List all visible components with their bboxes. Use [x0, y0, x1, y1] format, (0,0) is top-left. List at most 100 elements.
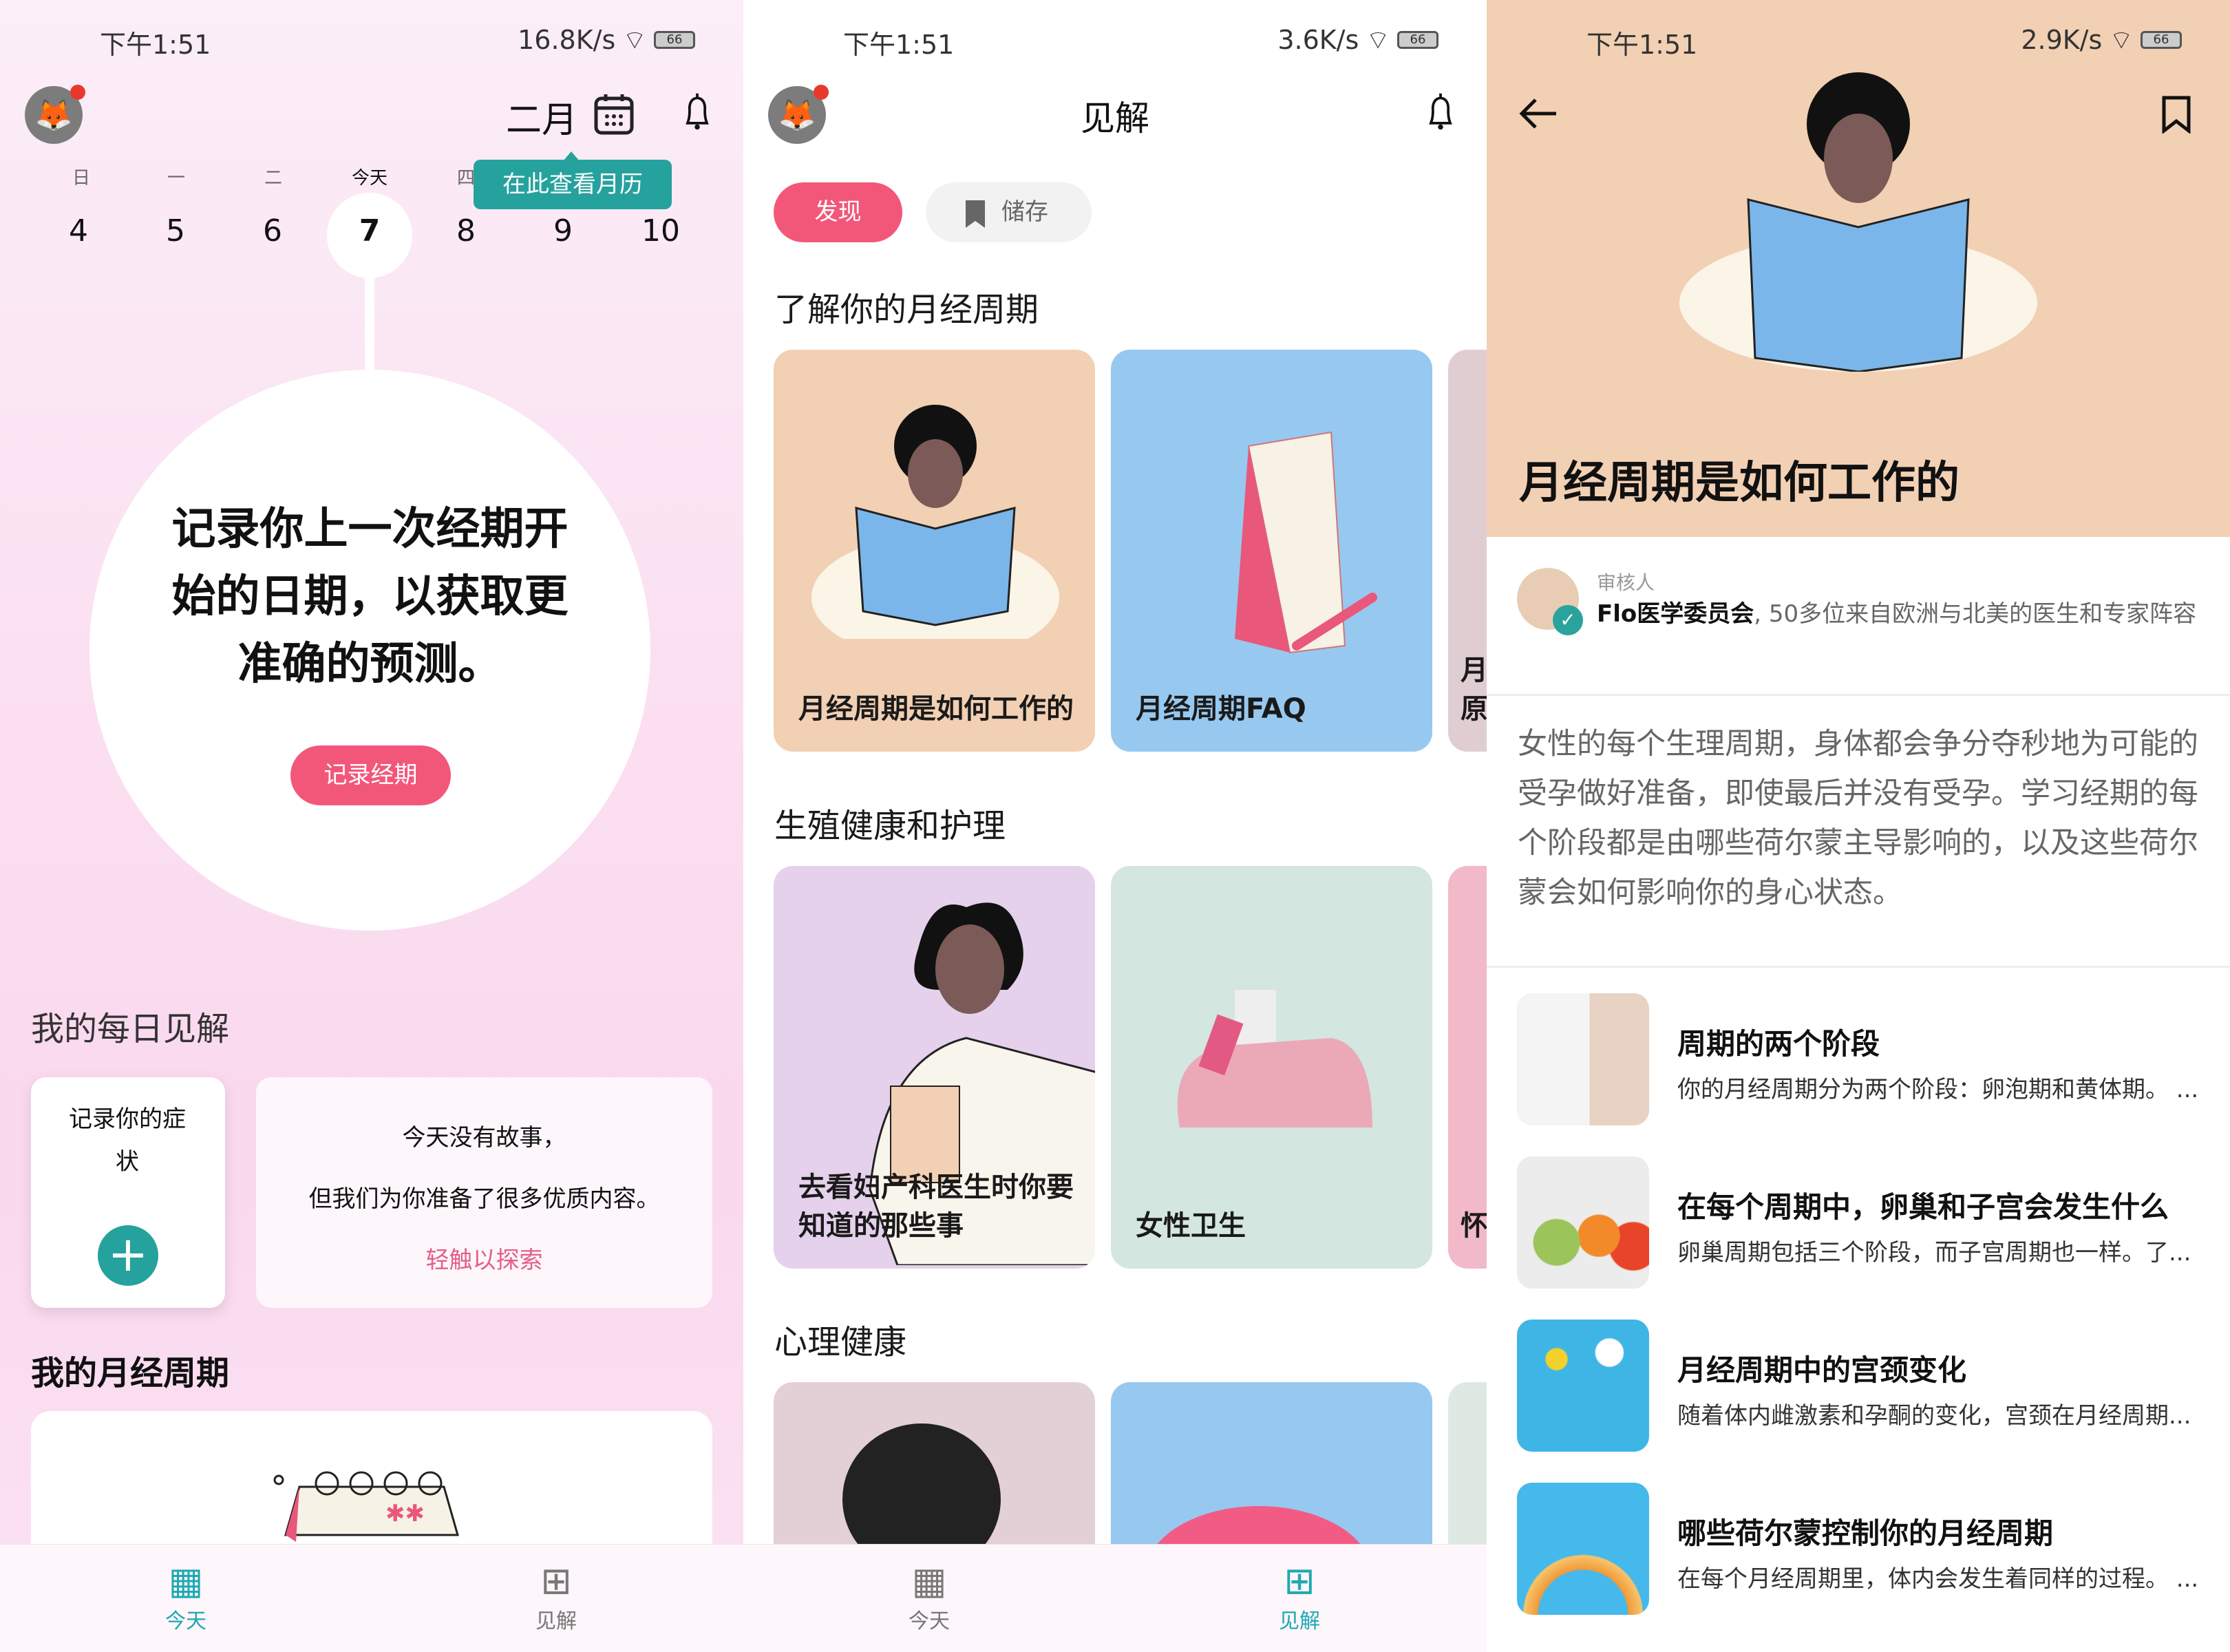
- date-8[interactable]: 8: [432, 213, 500, 248]
- bookmark-icon: [966, 200, 985, 228]
- dandelion-thumbnail: [1517, 1320, 1649, 1452]
- bottom-nav: ▦ 今天 ⊞ 见解: [0, 1544, 743, 1652]
- article-card[interactable]: 女性卫生: [1111, 866, 1432, 1269]
- avatar[interactable]: 🦊: [25, 85, 85, 144]
- related-article[interactable]: 在每个周期中，卵巢和子宫会发生什么 卵巢周期包括三个阶段，而子宫周期也一样。了.…: [1517, 1156, 2205, 1294]
- calendar-tooltip[interactable]: 在此查看月历: [474, 160, 672, 209]
- svg-text:✱✱: ✱✱: [385, 1500, 425, 1527]
- bell-icon[interactable]: [1423, 91, 1458, 132]
- calendar-icon[interactable]: [593, 93, 635, 136]
- log-symptoms-card[interactable]: 记录你的症状 +: [31, 1077, 225, 1308]
- reviewer-badge-icon: ✓: [1517, 568, 1583, 635]
- section-title: 了解你的月经周期: [774, 290, 1039, 329]
- weekday-today: 今天: [351, 168, 387, 189]
- nav-insights[interactable]: ⊞ 见解: [487, 1558, 625, 1634]
- wifi-icon: ⌔: [1366, 25, 1390, 55]
- back-arrow-icon[interactable]: [1518, 96, 1559, 131]
- date-4[interactable]: 4: [44, 213, 113, 248]
- nav-today[interactable]: ▦ 今天: [117, 1558, 255, 1634]
- fox-icon: 🦊: [34, 98, 73, 133]
- bookmark-icon[interactable]: [2161, 95, 2191, 134]
- grid-icon: ⊞: [1284, 1559, 1315, 1602]
- related-article[interactable]: 周期的两个阶段 你的月经周期分为两个阶段：卵泡期和黄体期。 ...: [1517, 993, 2205, 1131]
- paper-swirl-thumbnail: [1517, 1483, 1649, 1615]
- reviewer-name[interactable]: Flo医学委员会: [1597, 600, 1754, 628]
- nav-insights-label: 见解: [535, 1609, 577, 1633]
- story-line-1: 今天没有故事，: [402, 1124, 566, 1152]
- weekday-sun: 日: [72, 168, 90, 189]
- article-card-title: 女性卫生: [1136, 1210, 1246, 1242]
- daily-insights-title: 我的每日见解: [31, 1010, 230, 1048]
- related-title: 周期的两个阶段: [1677, 1027, 1880, 1061]
- article-card-partial[interactable]: 月 原: [1448, 350, 1487, 752]
- calendar-icon: ▦: [911, 1559, 947, 1602]
- reviewer-desc: , 50多位来自欧洲与北美的医生和专家阵容: [1754, 600, 2197, 628]
- date-5[interactable]: 5: [141, 213, 210, 248]
- prompt-line: 准确的预测。: [237, 639, 502, 690]
- grid-icon: ⊞: [540, 1559, 572, 1602]
- related-title: 在每个周期中，卵巢和子宫会发生什么: [1677, 1190, 2169, 1224]
- notepad-illustration: [1235, 431, 1377, 654]
- today-screen: 下午1:51 16.8K/s ⌔ 66 🦊 二月 日 一 二 今天 四 4 5 6 …: [0, 0, 743, 1652]
- notification-dot: [70, 85, 85, 100]
- status-time: 下午1:51: [100, 30, 211, 60]
- related-article[interactable]: 月经周期中的宫颈变化 随着体内雌激素和孕酮的变化，宫颈在月经周期...: [1517, 1320, 2205, 1457]
- wifi-icon: ⌔: [2109, 25, 2134, 55]
- log-period-button[interactable]: 记录经期: [290, 745, 451, 805]
- related-title: 月经周期中的宫颈变化: [1677, 1353, 1967, 1387]
- tomatoes-thumbnail: [1517, 1156, 1649, 1289]
- article-card-title: 月经周期FAQ: [1136, 693, 1306, 725]
- prompt-line: 记录你上一次经期开: [171, 504, 569, 555]
- status-bar: 下午1:51 3.6K/s ⌔ 66: [743, 21, 1487, 62]
- article-card-partial[interactable]: 怀: [1448, 866, 1487, 1269]
- page-title: 见解: [1081, 98, 1149, 138]
- related-desc: 你的月经周期分为两个阶段：卵泡期和黄体期。 ...: [1677, 1076, 2199, 1103]
- nav-insights[interactable]: ⊞ 见解: [1231, 1558, 1368, 1634]
- add-icon[interactable]: +: [98, 1225, 158, 1286]
- date-6[interactable]: 6: [238, 213, 307, 248]
- article-card-title: 月 原: [1461, 655, 1487, 725]
- network-speed: 16.8K/s: [518, 25, 616, 55]
- status-time: 下午1:51: [843, 30, 955, 60]
- related-title: 哪些荷尔蒙控制你的月经周期: [1677, 1516, 2054, 1550]
- related-desc: 卵巢周期包括三个阶段，而子宫周期也一样。了...: [1677, 1239, 2191, 1267]
- article-body: 女性的每个生理周期，身体都会争分夺秒地为可能的受孕做好准备，即使最后并没有受孕。…: [1518, 727, 2198, 910]
- tab-saved[interactable]: 储存: [926, 182, 1092, 242]
- network-speed: 2.9K/s: [2021, 25, 2103, 55]
- nav-today[interactable]: ▦ 今天: [860, 1558, 998, 1634]
- my-cycle-title: 我的月经周期: [31, 1354, 230, 1392]
- nav-today-label: 今天: [909, 1609, 950, 1633]
- battery-icon: 66: [1397, 31, 1438, 49]
- wifi-icon: ⌔: [622, 25, 647, 55]
- nav-insights-label: 见解: [1279, 1609, 1320, 1633]
- doctor-thumbnail: [1517, 993, 1649, 1125]
- battery-icon: 66: [654, 31, 695, 49]
- bell-icon[interactable]: [680, 91, 714, 132]
- date-7-today[interactable]: 7: [335, 213, 404, 248]
- tab-discover[interactable]: 发现: [774, 182, 902, 242]
- related-desc: 随着体内雌激素和孕酮的变化，宫颈在月经周期...: [1677, 1402, 2191, 1430]
- divider: [1487, 966, 2230, 968]
- article-card[interactable]: 月经周期FAQ: [1111, 350, 1432, 752]
- story-card[interactable]: 今天没有故事， 但我们为你准备了很多优质内容。 轻触以探索: [256, 1077, 712, 1308]
- status-bar: 下午1:51 16.8K/s ⌔ 66: [0, 21, 743, 62]
- divider: [1487, 694, 2230, 696]
- reviewer-info: Flo医学委员会, 50多位来自欧洲与北美的医生和专家阵容: [1597, 593, 2202, 635]
- calendar-icon: ▦: [168, 1559, 204, 1602]
- explore-link[interactable]: 轻触以探索: [256, 1241, 712, 1275]
- related-desc: 在每个月经周期里，体内会发生着同样的过程。 ...: [1677, 1565, 2199, 1593]
- article-card[interactable]: 去看妇产科医生时你要知道的那些事: [774, 866, 1095, 1269]
- month-label[interactable]: 二月: [506, 91, 577, 142]
- story-line-2: 但我们为你准备了很多优质内容。: [308, 1185, 660, 1213]
- section-title: 生殖健康和护理: [774, 807, 1006, 845]
- date-10[interactable]: 10: [626, 213, 695, 248]
- article-card-title: 去看妇产科医生时你要知道的那些事: [798, 1172, 1074, 1242]
- related-article[interactable]: 哪些荷尔蒙控制你的月经周期 在每个月经周期里，体内会发生着同样的过程。 ...: [1517, 1483, 2205, 1620]
- date-9[interactable]: 9: [529, 213, 597, 248]
- insights-screen: 下午1:51 3.6K/s ⌔ 66 🦊 见解 发现 储存 了解你的月经周期 月经周…: [743, 0, 1487, 1652]
- toiletry-bag-image: [1177, 990, 1372, 1127]
- reading-woman-illustration: [1679, 72, 2037, 372]
- prompt-line: 始的日期，以获取更: [171, 571, 569, 622]
- article-card[interactable]: 月经周期是如何工作的: [774, 350, 1095, 752]
- reading-woman-illustration: [811, 405, 1059, 639]
